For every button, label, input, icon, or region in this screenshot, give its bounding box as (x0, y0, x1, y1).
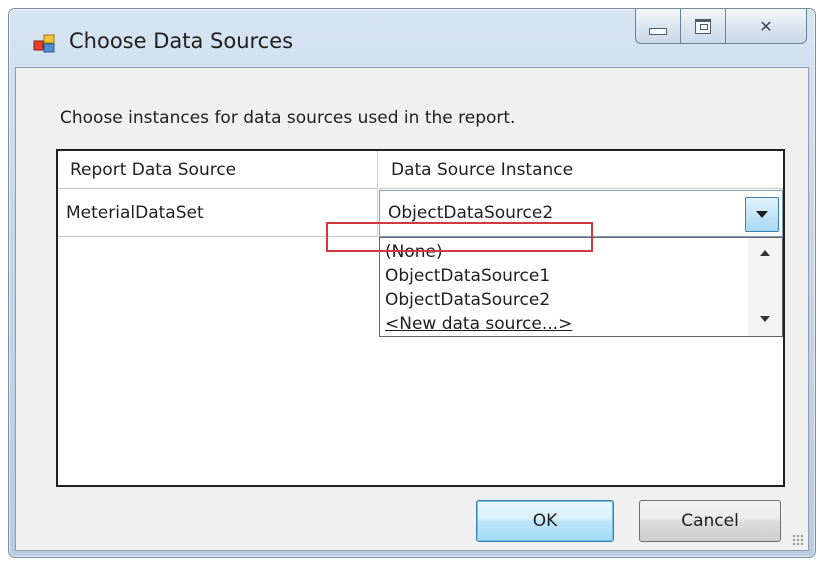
combobox-value: ObjectDataSource2 (388, 203, 554, 223)
window-title: Choose Data Sources (69, 29, 294, 53)
instruction-text: Choose instances for data sources used i… (60, 108, 516, 128)
dropdown-option-new-data-source[interactable]: <New data source...> (385, 312, 572, 336)
title-bar[interactable]: Choose Data Sources ✕ (9, 9, 815, 67)
data-source-grid: Report Data Source Data Source Instance … (56, 149, 785, 487)
close-button[interactable]: ✕ (726, 9, 807, 44)
minimize-icon (649, 27, 667, 35)
ok-button[interactable]: OK (476, 500, 614, 542)
combobox-dropdown-button[interactable] (745, 197, 779, 232)
dropdown-scrollbar[interactable] (748, 238, 782, 336)
caption-buttons: ✕ (635, 9, 807, 45)
chevron-down-icon (756, 211, 768, 218)
scroll-up-arrow-icon[interactable] (760, 250, 770, 256)
dropdown-option-objectdatasource1[interactable]: ObjectDataSource1 (385, 264, 550, 288)
highlight-annotation-box (326, 222, 593, 252)
app-icon (33, 34, 55, 53)
dialog-client-area: Choose instances for data sources used i… (15, 67, 809, 551)
close-icon: ✕ (759, 16, 773, 36)
maximize-button[interactable] (681, 9, 726, 44)
column-header-data-source-instance[interactable]: Data Source Instance (379, 151, 783, 189)
column-header-label: Data Source Instance (391, 159, 574, 180)
maximize-icon (695, 18, 711, 34)
column-header-label: Report Data Source (70, 159, 237, 180)
dropdown-list: (None) ObjectDataSource1 ObjectDataSourc… (379, 237, 783, 337)
cell-text: MeterialDataSet (66, 203, 204, 223)
dialog-window: Choose Data Sources ✕ Choose instances f… (8, 8, 816, 558)
column-header-report-data-source[interactable]: Report Data Source (58, 151, 378, 189)
minimize-button[interactable] (635, 9, 681, 44)
scroll-down-arrow-icon[interactable] (760, 316, 770, 322)
resize-grip-icon[interactable] (792, 534, 804, 546)
cancel-button[interactable]: Cancel (639, 500, 781, 542)
dropdown-option-objectdatasource2[interactable]: ObjectDataSource2 (385, 288, 550, 312)
